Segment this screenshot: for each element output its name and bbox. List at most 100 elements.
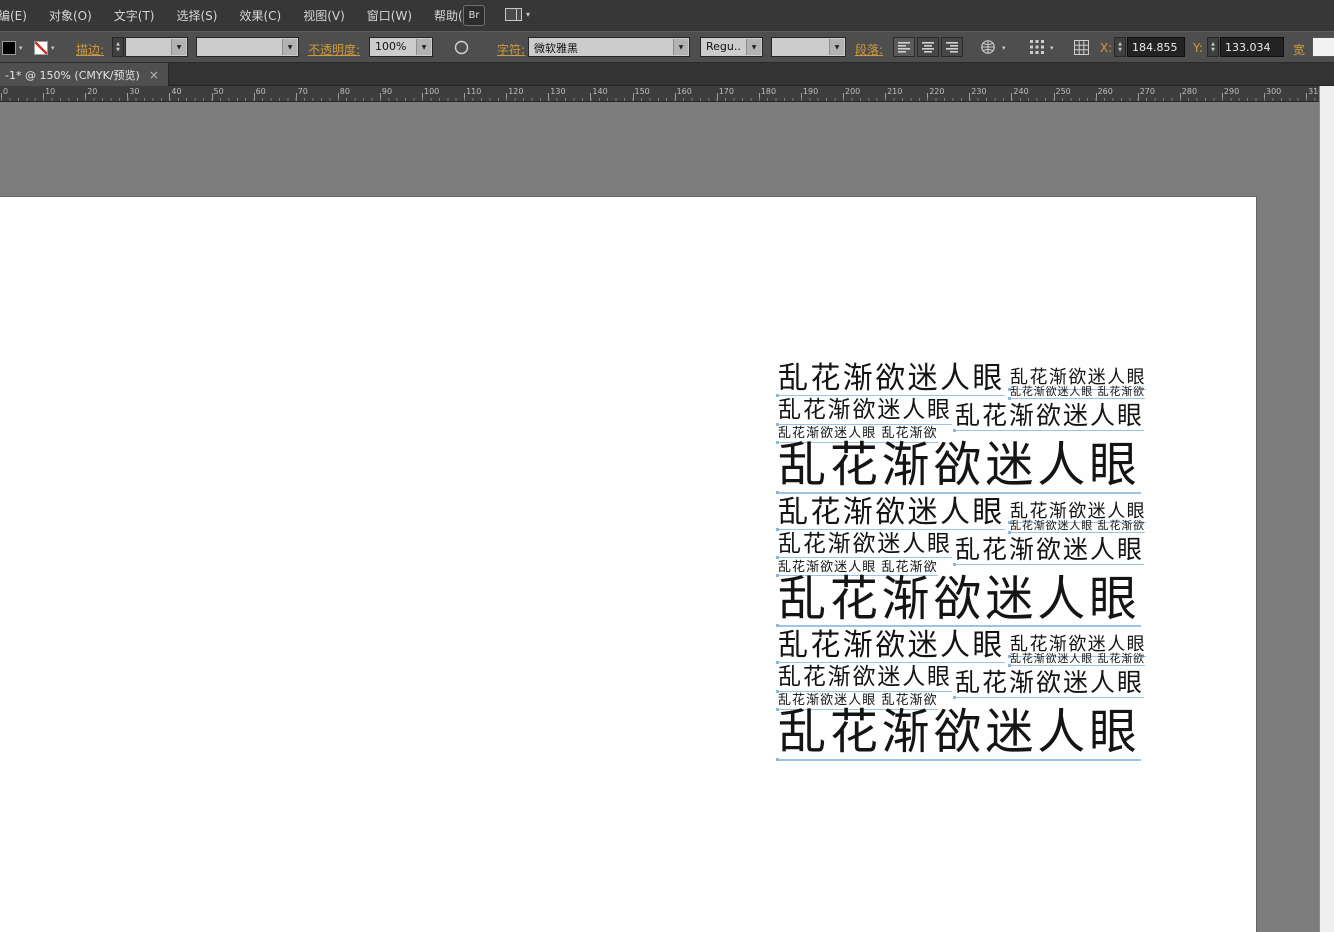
tab-close-icon[interactable]: × bbox=[149, 69, 159, 81]
document-tab-bar: -1* @ 150% (CMYK/预览) × bbox=[0, 63, 1334, 86]
ruler-tick bbox=[590, 93, 591, 101]
ruler-tick bbox=[969, 93, 970, 101]
menu-item-effect[interactable]: 效果(C) bbox=[228, 0, 292, 31]
illustrator-window: 编(E)对象(O)文字(T)选择(S)效果(C)视图(V)窗口(W)帮助(H) … bbox=[0, 0, 1334, 932]
artboard-text-row4-large-block1[interactable]: 乱花渐欲迷人眼 bbox=[778, 441, 1141, 494]
grid-glyph bbox=[1074, 40, 1089, 55]
font-family-combo[interactable]: 微软雅黑 ▼ bbox=[528, 37, 690, 57]
artboard-text-groups: 乱花渐欲迷人眼乱花渐欲迷人眼乱花渐欲迷人眼 乱花渐欲乱花渐欲迷人眼乱花渐欲迷人眼… bbox=[778, 363, 1168, 783]
ruler-label-100: 100 bbox=[424, 87, 439, 96]
artboard-text-row2-right-block3[interactable]: 乱花渐欲迷人眼 bbox=[955, 670, 1144, 698]
align-right-button[interactable] bbox=[941, 37, 963, 57]
artboard-text-row2-left-block2[interactable]: 乱花渐欲迷人眼 bbox=[778, 533, 952, 559]
paragraph-label[interactable]: 段落: bbox=[855, 41, 883, 58]
x-input[interactable]: 184.855 bbox=[1127, 37, 1185, 57]
stroke-dropdown-arrow-icon[interactable]: ▾ bbox=[51, 44, 55, 52]
menu-item-object[interactable]: 对象(O) bbox=[38, 0, 103, 31]
globe-glyph bbox=[980, 39, 996, 55]
ruler-tick bbox=[169, 93, 170, 101]
ruler-label-260: 260 bbox=[1098, 87, 1113, 96]
ruler-label-20: 20 bbox=[87, 87, 97, 96]
document-title: -1* @ 150% (CMYK/预览) bbox=[5, 67, 140, 83]
ruler-label-240: 240 bbox=[1013, 87, 1028, 96]
ruler-label-170: 170 bbox=[719, 87, 734, 96]
width-profile-combo[interactable]: ▼ bbox=[196, 37, 299, 57]
ruler-tick bbox=[1180, 93, 1181, 101]
bridge-icon[interactable]: Br bbox=[463, 5, 485, 26]
circle-glyph bbox=[454, 40, 469, 55]
width-input[interactable] bbox=[1312, 37, 1334, 57]
ruler-tick bbox=[633, 93, 634, 101]
menu-items: 编(E)对象(O)文字(T)选择(S)效果(C)视图(V)窗口(W)帮助(H) bbox=[0, 0, 1334, 31]
ruler-tick bbox=[85, 93, 86, 101]
ruler-label-0: 0 bbox=[3, 87, 8, 96]
artboard-text-row1-right-small-block1[interactable]: 乱花渐欲迷人眼 乱花渐欲 bbox=[1010, 386, 1145, 399]
ruler-tick bbox=[927, 93, 928, 101]
opacity-label[interactable]: 不透明度: bbox=[308, 41, 360, 58]
y-input[interactable]: 133.034 bbox=[1220, 37, 1284, 57]
y-stepper[interactable]: ▲▼ bbox=[1207, 37, 1219, 57]
control-bar: ▾ ▾ 描边: ▲▼ ▼ ▼ 不透明度: 100%▼ 字符: 微软雅黑▼ Reg… bbox=[0, 31, 1334, 63]
opacity-value: 100% bbox=[375, 40, 406, 53]
x-stepper[interactable]: ▲▼ bbox=[1114, 37, 1126, 57]
stroke-weight-combo[interactable]: ▼ bbox=[125, 37, 188, 57]
globe-icon[interactable] bbox=[976, 37, 1000, 57]
align-dropdown-arrow-icon[interactable]: ▾ bbox=[1050, 44, 1054, 52]
menu-item-view[interactable]: 视图(V) bbox=[292, 0, 356, 31]
artboard-text-row1-right-small-block3[interactable]: 乱花渐欲迷人眼 乱花渐欲 bbox=[1010, 653, 1145, 666]
align-center-button[interactable] bbox=[917, 37, 939, 57]
menu-item-type[interactable]: 文字(T) bbox=[103, 0, 166, 31]
artboard-text-row2-right-block1[interactable]: 乱花渐欲迷人眼 bbox=[955, 403, 1144, 431]
opacity-combo[interactable]: 100%▼ bbox=[369, 37, 433, 57]
globe-dropdown-arrow-icon[interactable]: ▾ bbox=[1002, 44, 1006, 52]
align-left-button[interactable] bbox=[893, 37, 915, 57]
y-label: Y: bbox=[1193, 41, 1203, 55]
fill-dropdown-arrow-icon[interactable]: ▾ bbox=[19, 44, 23, 52]
workspace-layout-icon bbox=[505, 8, 522, 21]
combo-arrow-icon: ▼ bbox=[673, 39, 688, 55]
artboard-text-row1-left-block1[interactable]: 乱花渐欲迷人眼 bbox=[778, 363, 1005, 396]
menu-bar: 编(E)对象(O)文字(T)选择(S)效果(C)视图(V)窗口(W)帮助(H) … bbox=[0, 0, 1334, 32]
artboard-text-row1-right-small-block2[interactable]: 乱花渐欲迷人眼 乱花渐欲 bbox=[1010, 520, 1145, 533]
menu-item-select[interactable]: 选择(S) bbox=[165, 0, 228, 31]
ruler-tick bbox=[506, 93, 507, 101]
stroke-none-swatch[interactable] bbox=[34, 41, 48, 55]
artboard-text-row2-right-block2[interactable]: 乱花渐欲迷人眼 bbox=[955, 537, 1144, 565]
ruler-label-80: 80 bbox=[340, 87, 350, 96]
font-family-value: 微软雅黑 bbox=[534, 42, 578, 55]
document-tab[interactable]: -1* @ 150% (CMYK/预览) × bbox=[0, 63, 169, 86]
artboard-text-row4-large-block2[interactable]: 乱花渐欲迷人眼 bbox=[778, 575, 1141, 628]
artboard-text-row2-left-block3[interactable]: 乱花渐欲迷人眼 bbox=[778, 666, 952, 692]
artboard-text-row1-left-block3[interactable]: 乱花渐欲迷人眼 bbox=[778, 630, 1005, 663]
ruler-tick bbox=[296, 93, 297, 101]
align-right-icon bbox=[946, 42, 958, 53]
ruler-tick bbox=[759, 93, 760, 101]
vertical-scrollbar[interactable] bbox=[1319, 86, 1334, 932]
menu-item-edit[interactable]: 编(E) bbox=[0, 0, 38, 31]
artboard-text-row4-large-block3[interactable]: 乱花渐欲迷人眼 bbox=[778, 708, 1141, 761]
character-label[interactable]: 字符: bbox=[497, 41, 525, 58]
artboard-text-row1-left-block2[interactable]: 乱花渐欲迷人眼 bbox=[778, 497, 1005, 530]
ruler-tick bbox=[1054, 93, 1055, 101]
ruler-tick bbox=[1096, 93, 1097, 101]
artboard-text-row2-left-block1[interactable]: 乱花渐欲迷人眼 bbox=[778, 399, 952, 425]
ruler-label-140: 140 bbox=[592, 87, 607, 96]
font-size-combo[interactable]: ▼ bbox=[771, 37, 846, 57]
paragraph-align-group bbox=[893, 37, 963, 57]
align-panel-icon[interactable] bbox=[1026, 37, 1048, 57]
ruler-label-250: 250 bbox=[1056, 87, 1071, 96]
ruler-tick bbox=[1011, 93, 1012, 101]
ruler-label-200: 200 bbox=[845, 87, 860, 96]
font-style-combo[interactable]: Regu..▼ bbox=[700, 37, 763, 57]
style-circle-icon[interactable] bbox=[450, 37, 472, 57]
menu-item-window[interactable]: 窗口(W) bbox=[356, 0, 423, 31]
ruler-tick bbox=[380, 93, 381, 101]
ruler-label-70: 70 bbox=[298, 87, 308, 96]
transform-panel-icon[interactable] bbox=[1070, 37, 1092, 57]
ruler-tick bbox=[717, 93, 718, 101]
workspace-switcher-button[interactable]: ▾ bbox=[505, 8, 530, 21]
stroke-weight-stepper[interactable]: ▲▼ bbox=[112, 37, 124, 57]
stroke-label[interactable]: 描边: bbox=[76, 41, 104, 58]
fill-color-swatch[interactable] bbox=[2, 41, 16, 55]
chevron-down-icon: ▾ bbox=[526, 10, 530, 19]
